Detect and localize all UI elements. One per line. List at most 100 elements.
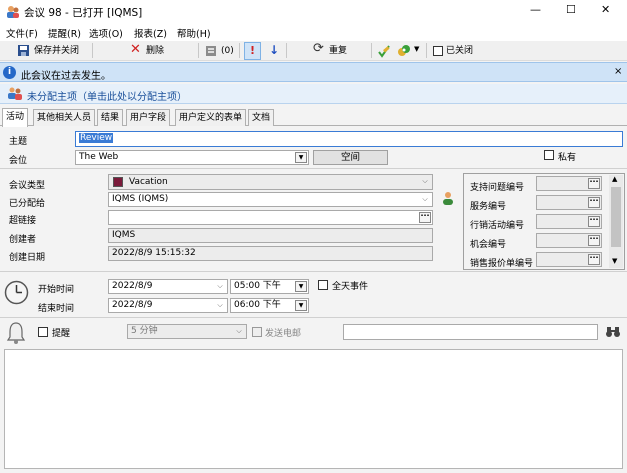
menu-options[interactable]: 选项(O) bbox=[89, 26, 123, 40]
assign-link[interactable]: 未分配主项（单击此处以分配主项） bbox=[27, 88, 187, 103]
info-message: 此会议在过去发生。 bbox=[21, 71, 111, 82]
support-ref-field[interactable]: ··· bbox=[536, 176, 602, 191]
service-ref-browse[interactable]: ··· bbox=[588, 197, 600, 208]
scroll-thumb[interactable] bbox=[611, 187, 621, 247]
start-time-value: 05:00 下午 bbox=[234, 281, 281, 291]
meeting-type-color-swatch bbox=[113, 177, 123, 187]
reminder-minutes-select[interactable]: 5 分钟 ⌵ bbox=[127, 324, 247, 339]
send-email-checkbox[interactable] bbox=[252, 327, 262, 337]
campaign-ref-browse[interactable]: ··· bbox=[588, 216, 600, 227]
low-priority-arrow-icon[interactable]: ↓ bbox=[269, 43, 279, 57]
assigned-value: IQMS (IQMS) bbox=[112, 194, 169, 204]
hyperlink-browse-button[interactable]: ··· bbox=[419, 212, 431, 223]
info-close-button[interactable]: × bbox=[614, 66, 622, 77]
tab-documents[interactable]: 文档 bbox=[248, 109, 275, 126]
end-time-value: 06:00 下午 bbox=[234, 300, 281, 310]
tab-other-people[interactable]: 其他相关人员 bbox=[33, 109, 96, 126]
assigned-label: 已分配给 bbox=[9, 199, 46, 209]
people-icon bbox=[8, 87, 22, 100]
minimize-button[interactable]: — bbox=[530, 3, 541, 16]
created-date-field: 2022/8/9 15:15:32 bbox=[108, 246, 433, 261]
assign-person-icon[interactable] bbox=[441, 191, 455, 205]
reminder-label: 提醒 bbox=[52, 329, 71, 339]
clock-icon bbox=[4, 280, 29, 305]
end-date-value: 2022/8/9 bbox=[112, 300, 153, 310]
support-ref-browse[interactable]: ··· bbox=[588, 178, 600, 189]
check-edit-icon[interactable] bbox=[377, 44, 391, 58]
delete-label: 删除 bbox=[146, 46, 165, 56]
hyperlink-input[interactable]: ··· bbox=[108, 210, 433, 225]
start-date-select[interactable]: 2022/8/9 ⌵ bbox=[108, 279, 228, 294]
tab-user-fields[interactable]: 用户字段 bbox=[126, 109, 171, 126]
creator-label: 创建者 bbox=[9, 235, 37, 245]
room-button[interactable]: 空间 bbox=[313, 150, 388, 165]
scroll-down-icon[interactable]: ▼ bbox=[612, 257, 617, 265]
subject-input[interactable]: Review bbox=[75, 131, 623, 147]
opportunity-ref-browse[interactable]: ··· bbox=[588, 235, 600, 246]
reference-scrollbar[interactable]: ▲ ▼ bbox=[609, 175, 623, 268]
start-time-dropdown-icon: ▼ bbox=[295, 281, 307, 292]
opportunity-ref-label: 机会编号 bbox=[470, 240, 507, 250]
delete-x-icon: ✕ bbox=[130, 42, 141, 57]
assign-bar[interactable]: 未分配主项（单击此处以分配主项） bbox=[0, 84, 627, 104]
end-date-dropdown-icon: ⌵ bbox=[217, 301, 223, 309]
location-select[interactable]: The Web ▼ bbox=[75, 150, 309, 165]
menu-bar: 文件(F) 提醒(R) 选项(O) 报表(Z) 帮助(H) bbox=[0, 24, 627, 41]
closed-checkbox[interactable] bbox=[433, 46, 443, 56]
meeting-app-icon bbox=[7, 6, 19, 18]
reminder-checkbox[interactable] bbox=[38, 327, 48, 337]
start-time-label: 开始时间 bbox=[38, 285, 75, 295]
tab-strip: 活动 其他相关人员 结果 用户字段 用户定义的表单 文档 bbox=[0, 108, 627, 127]
assigned-dropdown-icon: ⌵ bbox=[422, 195, 428, 203]
meeting-type-select[interactable]: Vacation ⌵ bbox=[108, 174, 433, 190]
binoculars-icon[interactable] bbox=[605, 325, 621, 338]
recurrence-label: 重复 bbox=[329, 46, 348, 56]
private-checkbox[interactable] bbox=[544, 150, 554, 160]
assigned-select[interactable]: IQMS (IQMS) ⌵ bbox=[108, 192, 433, 207]
email-input[interactable] bbox=[343, 324, 598, 340]
info-icon: i bbox=[3, 66, 16, 79]
service-ref-field[interactable]: ··· bbox=[536, 195, 602, 210]
end-time-label: 结束时间 bbox=[38, 304, 75, 314]
all-day-checkbox[interactable] bbox=[318, 280, 328, 290]
start-date-dropdown-icon: ⌵ bbox=[217, 282, 223, 290]
save-close-label: 保存并关闭 bbox=[34, 46, 80, 56]
attachment-icon[interactable] bbox=[205, 45, 217, 57]
high-priority-button[interactable]: ! bbox=[244, 42, 261, 60]
menu-reports[interactable]: 报表(Z) bbox=[134, 26, 167, 40]
end-date-select[interactable]: 2022/8/9 ⌵ bbox=[108, 298, 228, 313]
campaign-ref-field[interactable]: ··· bbox=[536, 214, 602, 229]
location-value: The Web bbox=[79, 152, 119, 162]
send-email-label: 发送电邮 bbox=[265, 329, 302, 339]
opportunity-ref-field[interactable]: ··· bbox=[536, 233, 602, 248]
creator-field: IQMS bbox=[108, 228, 433, 243]
start-time-select[interactable]: 05:00 下午 ▼ bbox=[230, 279, 309, 294]
support-ref-label: 支持问题编号 bbox=[470, 183, 525, 193]
meeting-type-dropdown-icon: ⌵ bbox=[422, 177, 428, 185]
meeting-type-value: Vacation bbox=[129, 177, 168, 187]
campaign-ref-label: 行销活动编号 bbox=[470, 221, 525, 231]
menu-help[interactable]: 帮助(H) bbox=[177, 26, 211, 40]
tab-results[interactable]: 结果 bbox=[97, 109, 124, 126]
notes-textarea[interactable] bbox=[4, 349, 623, 469]
toolbar: 保存并关闭 ✕ 删除 (0) ! ↓ ⟳ 重复 ▼ 已关闭 bbox=[0, 41, 627, 61]
title-bar: 会议 98 - 已打开 [IQMS] — ☐ ✕ bbox=[0, 0, 627, 24]
end-time-select[interactable]: 06:00 下午 ▼ bbox=[230, 298, 309, 313]
quote-ref-label: 销售报价单编号 bbox=[470, 259, 534, 269]
menu-remind[interactable]: 提醒(R) bbox=[48, 26, 81, 40]
recurrence-icon: ⟳ bbox=[313, 41, 324, 56]
exclamation-icon: ! bbox=[250, 44, 256, 57]
maximize-button[interactable]: ☐ bbox=[566, 3, 576, 16]
tab-user-forms[interactable]: 用户定义的表单 bbox=[175, 109, 247, 126]
quote-ref-browse[interactable]: ··· bbox=[588, 254, 600, 265]
close-button[interactable]: ✕ bbox=[601, 3, 610, 16]
info-bar: i 此会议在过去发生。 × bbox=[0, 62, 627, 82]
quote-ref-field[interactable]: ··· bbox=[536, 252, 602, 267]
tab-activity[interactable]: 活动 bbox=[2, 108, 29, 127]
service-ref-label: 服务编号 bbox=[470, 202, 507, 212]
categories-dropdown-icon[interactable]: ▼ bbox=[414, 45, 419, 53]
categories-icon[interactable] bbox=[397, 44, 411, 58]
start-date-value: 2022/8/9 bbox=[112, 281, 153, 291]
menu-file[interactable]: 文件(F) bbox=[6, 26, 38, 40]
scroll-up-icon[interactable]: ▲ bbox=[612, 175, 617, 183]
